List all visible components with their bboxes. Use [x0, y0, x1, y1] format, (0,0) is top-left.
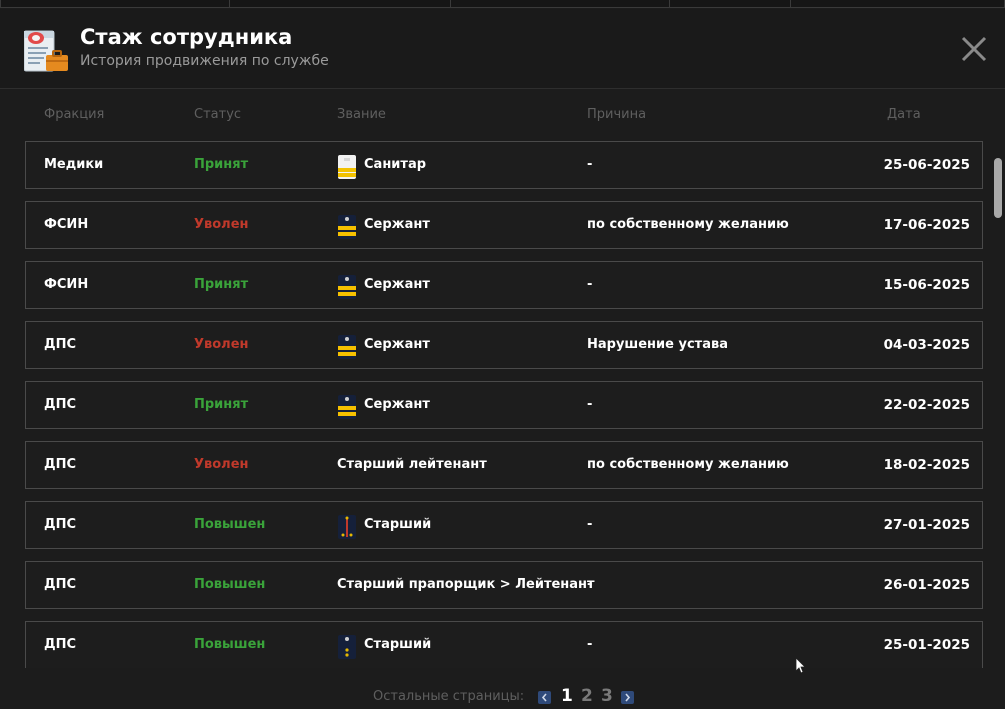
rank-label: Сержант — [364, 397, 430, 412]
date-cell: 26-01-2025 — [883, 577, 970, 593]
status-cell: Уволен — [194, 217, 249, 232]
reason-cell: Нарушение устава — [587, 337, 728, 352]
ensign-rank-icon — [337, 633, 357, 659]
rank-cell: Сержант — [337, 262, 430, 308]
date-cell: 22-02-2025 — [883, 397, 970, 413]
status-cell: Принят — [194, 397, 249, 412]
rank-cell: Санитар — [337, 142, 426, 188]
dialog-header: Стаж сотрудника История продвижения по с… — [0, 9, 1005, 89]
rank-cell: Сержант — [337, 202, 430, 248]
faction-cell: ДПС — [44, 577, 76, 592]
dialog-title: Стаж сотрудника — [80, 25, 293, 49]
sergeant-rank-icon — [337, 213, 357, 239]
reason-cell: - — [587, 517, 593, 532]
table-row[interactable]: ДПС Повышен Старший прапорщик > Лейтенант -… — [25, 561, 983, 609]
rank-cell: Старший — [337, 622, 431, 668]
table-row[interactable]: ФСИН Принят Сержант - 15-06-2025 — [25, 261, 983, 309]
rank-label: Старший — [364, 637, 432, 652]
reason-cell: - — [587, 637, 593, 652]
pagination: Остальные страницы: 1 2 3 — [0, 686, 1005, 708]
page-1[interactable]: 1 — [561, 686, 573, 706]
next-page-icon[interactable] — [621, 691, 634, 704]
rank-label: Санитар — [364, 157, 427, 172]
faction-cell: Медики — [44, 157, 104, 172]
status-cell: Повышен — [194, 637, 266, 652]
rank-label: Сержант — [364, 277, 430, 292]
column-header-date: Дата — [887, 107, 921, 122]
faction-cell: ДПС — [44, 397, 76, 412]
faction-cell: ДПС — [44, 637, 76, 652]
sergeant-rank-icon — [337, 333, 357, 359]
table-row[interactable]: Медики Принят Санитар - 25-06-2025 — [25, 141, 983, 189]
reason-cell: - — [587, 577, 593, 592]
sergeant-rank-icon — [337, 393, 357, 419]
faction-cell: ФСИН — [44, 277, 89, 292]
pagination-label: Остальные страницы: — [373, 689, 525, 704]
rank-label: Сержант — [364, 217, 430, 232]
table-row[interactable]: ДПС Уволен Старший лейтенант по собственном… — [25, 441, 983, 489]
reason-cell: - — [587, 157, 593, 172]
top-border — [0, 0, 1005, 8]
rank-label: Старший — [364, 517, 432, 532]
mouse-cursor-icon — [795, 657, 807, 675]
date-cell: 27-01-2025 — [883, 517, 970, 533]
table-row[interactable]: ДПС Уволен Сержант Нарушение устава 04-03-20… — [25, 321, 983, 369]
rank-cell: Сержант — [337, 322, 430, 368]
faction-cell: ДПС — [44, 337, 76, 352]
rank-cell: Старший лейтенант — [337, 442, 487, 488]
history-list[interactable]: Медики Принят Санитар - 25-06-2025 ФСИН Уволен… — [0, 140, 1005, 668]
column-header-status: Статус — [194, 107, 242, 122]
reason-cell: - — [587, 277, 593, 292]
table-row[interactable]: ДПС Принят Сержант - 22-02-2025 — [25, 381, 983, 429]
dialog-subtitle: История продвижения по службе — [80, 53, 329, 69]
column-header-faction: Фракция — [44, 107, 105, 122]
status-cell: Принят — [194, 277, 249, 292]
reason-cell: - — [587, 397, 593, 412]
rank-label: Старший прапорщик > Лейтенант — [337, 577, 595, 592]
reason-cell: по собственному желанию — [587, 457, 789, 472]
table-row[interactable]: ДПС Повышен Старший - 25-01-2025 — [25, 621, 983, 668]
date-cell: 25-01-2025 — [883, 637, 970, 653]
prev-page-icon[interactable] — [538, 691, 551, 704]
faction-cell: ДПС — [44, 517, 76, 532]
rank-cell: Старший — [337, 502, 431, 548]
rank-label: Старший лейтенант — [337, 457, 487, 472]
employee-record-icon — [23, 29, 70, 73]
scrollbar-thumb[interactable] — [994, 158, 1002, 218]
page-2[interactable]: 2 — [581, 686, 593, 706]
date-cell: 15-06-2025 — [883, 277, 970, 293]
date-cell: 25-06-2025 — [883, 157, 970, 173]
status-cell: Уволен — [194, 337, 249, 352]
close-icon[interactable] — [960, 35, 988, 63]
faction-cell: ДПС — [44, 457, 76, 472]
page-3[interactable]: 3 — [601, 686, 613, 706]
date-cell: 04-03-2025 — [883, 337, 970, 353]
column-header-reason: Причина — [587, 107, 647, 122]
officer-rank-icon — [337, 513, 357, 539]
faction-cell: ФСИН — [44, 217, 89, 232]
reason-cell: по собственному желанию — [587, 217, 789, 232]
sergeant-rank-icon — [337, 273, 357, 299]
status-cell: Уволен — [194, 457, 249, 472]
date-cell: 18-02-2025 — [883, 457, 970, 473]
rank-cell: Сержант — [337, 382, 430, 428]
status-cell: Принят — [194, 157, 249, 172]
table-row[interactable]: ДПС Повышен Старший - 27-01-2025 — [25, 501, 983, 549]
medic-rank-icon — [337, 153, 357, 179]
table-row[interactable]: ФСИН Уволен Сержант по собственному желанию… — [25, 201, 983, 249]
rank-label: Сержант — [364, 337, 430, 352]
status-cell: Повышен — [194, 577, 266, 592]
rank-cell: Старший прапорщик > Лейтенант — [337, 562, 595, 608]
column-header-rank: Звание — [337, 107, 386, 122]
status-cell: Повышен — [194, 517, 266, 532]
date-cell: 17-06-2025 — [883, 217, 970, 233]
